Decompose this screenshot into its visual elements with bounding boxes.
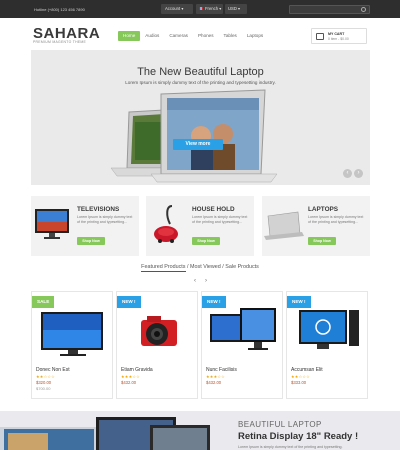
shop-now-button[interactable]: Shop Now — [192, 237, 220, 245]
chevron-left-icon[interactable]: ‹ — [194, 278, 196, 284]
rating-stars: ★★☆☆☆ — [36, 374, 55, 379]
mini-cart[interactable]: MY CART 0 item - $0.00 — [311, 28, 367, 44]
banner-description: Lorem Ipsum is simply dummy text of the … — [238, 445, 343, 449]
nav-item-home[interactable]: Home — [118, 31, 141, 41]
camera-product-image — [141, 316, 177, 346]
tab-featured-products[interactable]: Featured Products — [141, 264, 186, 272]
nav-item-phones[interactable]: Phones — [193, 31, 219, 41]
laptops-banner-image — [0, 417, 210, 450]
language-dropdown[interactable]: French ▾ — [196, 4, 223, 14]
product-price: $333.00 — [291, 380, 307, 385]
slider-arrows: ‹ › — [343, 169, 363, 178]
search-input[interactable] — [289, 5, 370, 14]
chevron-down-icon: ▾ — [219, 6, 222, 11]
banner-subtitle: Retina Display 18" Ready ! — [238, 431, 359, 442]
category-description: Lorem Ipsum is simply dummy text of the … — [192, 215, 248, 224]
category-card-laptops[interactable]: LAPTOPS Lorem Ipsum is simply dummy text… — [262, 196, 370, 256]
product-name[interactable]: Etiam Gravida — [121, 367, 153, 373]
old-price: $700.00 — [36, 386, 51, 391]
product-carousel-arrows: ‹ › — [194, 278, 207, 284]
cart-title: MY CART — [328, 32, 345, 36]
rating-stars: ★★★☆☆ — [121, 374, 140, 379]
chevron-down-icon: ▾ — [238, 6, 241, 11]
rating-stars: ★★☆☆☆ — [291, 374, 310, 379]
banner-title: BEAUTIFUL LAPTOP — [238, 420, 322, 429]
chevron-right-icon[interactable]: › — [205, 278, 207, 284]
product-price: $432.00 — [206, 380, 222, 385]
category-card-televisions[interactable]: TELEVISIONS Lorem Ipsum is simply dummy … — [31, 196, 139, 256]
product-card[interactable]: NEW ! Etiam Gravida ★★★☆☆ $432.00 — [116, 291, 198, 399]
laptop-image — [264, 211, 304, 240]
nav-item-cameras[interactable]: Cameras — [164, 31, 193, 41]
product-card[interactable]: SALE Donec Non Est ★★☆☆☆ $320.00 $700.00 — [31, 291, 113, 399]
currency-dropdown[interactable]: USD ▾ — [225, 4, 247, 14]
site-tagline: PREMIUM MAGENTO THEME — [33, 40, 87, 44]
product-tabs: Featured Products / Most Viewed / Sale P… — [0, 264, 400, 272]
category-description: Lorem Ipsum is simply dummy text of the … — [77, 215, 133, 224]
chevron-down-icon: ▾ — [181, 6, 184, 11]
language-label: French — [205, 6, 219, 11]
promo-banner[interactable]: BEAUTIFUL LAPTOP Retina Display 18" Read… — [0, 411, 400, 450]
category-title: HOUSE HOLD — [192, 206, 235, 213]
television-image — [35, 209, 69, 239]
shop-now-button[interactable]: Shop Now — [308, 237, 336, 245]
category-title: TELEVISIONS — [77, 206, 120, 213]
currency-label: USD — [228, 6, 237, 11]
product-price: $320.00 — [36, 380, 52, 385]
vacuum-cleaner-image — [154, 205, 178, 243]
tv-product-image — [41, 312, 103, 356]
flag-icon — [199, 7, 203, 11]
cart-icon — [316, 33, 324, 40]
front-laptop-image — [150, 89, 278, 183]
cart-summary: 0 item - $0.00 — [328, 37, 349, 41]
hotline-text: Hotline (+800) 123 456 7890 — [34, 7, 85, 12]
top-bar: Hotline (+800) 123 456 7890 Account ▾ Fr… — [0, 0, 400, 18]
search-icon[interactable] — [361, 7, 366, 12]
tab-most-viewed[interactable]: Most Viewed — [190, 264, 221, 270]
account-label: Account — [165, 6, 181, 11]
product-card[interactable]: NEW ! Nunc Facilisis ★★★☆☆ $432.00 — [201, 291, 283, 399]
category-card-household[interactable]: HOUSE HOLD Lorem Ipsum is simply dummy t… — [146, 196, 254, 256]
computer-product-image — [299, 310, 359, 349]
category-description: Lorem Ipsum is simply dummy text of the … — [308, 215, 364, 224]
nav-item-laptops[interactable]: Laptops — [242, 31, 268, 41]
product-name[interactable]: Accumsan Elit — [291, 367, 323, 373]
main-nav: Home Audios Cameras Phones Tables Laptop… — [118, 31, 268, 41]
category-title: LAPTOPS — [308, 206, 339, 213]
account-dropdown[interactable]: Account ▾ — [161, 4, 193, 14]
nav-item-tables[interactable]: Tables — [219, 31, 242, 41]
product-card[interactable]: NEW ! Accumsan Elit ★★☆☆☆ $333.00 — [286, 291, 368, 399]
laptops-image — [110, 89, 278, 183]
tab-sale-products[interactable]: Sale Products — [225, 264, 259, 270]
chevron-left-icon[interactable]: ‹ — [343, 169, 352, 178]
monitor-product-image — [210, 308, 276, 350]
nav-item-audios[interactable]: Audios — [140, 31, 164, 41]
shop-now-button[interactable]: Shop Now — [77, 237, 105, 245]
rating-stars: ★★★☆☆ — [206, 374, 225, 379]
chevron-right-icon[interactable]: › — [354, 169, 363, 178]
product-price: $432.00 — [121, 380, 137, 385]
product-name[interactable]: Nunc Facilisis — [206, 367, 237, 373]
hero-slider: The New Beautiful Laptop Lorem Ipsum is … — [31, 50, 370, 185]
view-more-button[interactable]: View more — [173, 139, 223, 150]
product-name[interactable]: Donec Non Est — [36, 367, 70, 373]
